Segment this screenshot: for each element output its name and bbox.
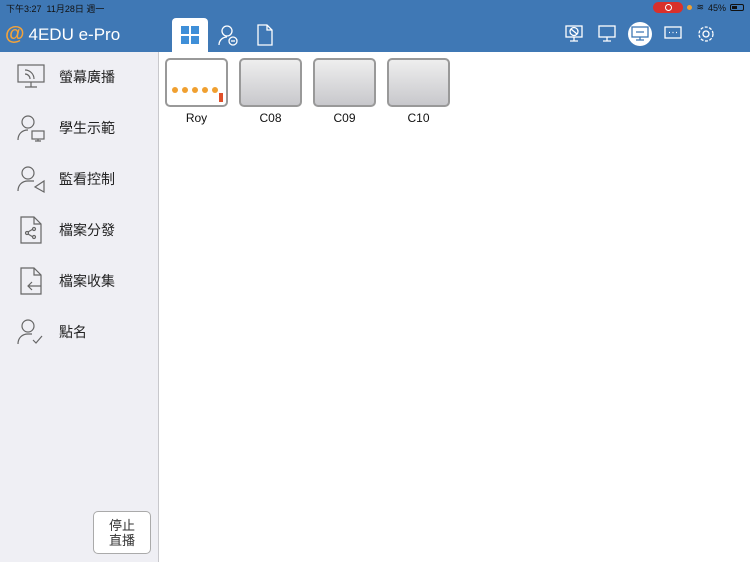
sidebar-item-monitor-control[interactable]: 監看控制: [0, 157, 158, 201]
settings-button[interactable]: [695, 23, 717, 45]
sidebar-item-student-demo[interactable]: 學生示範: [0, 106, 158, 150]
user-play-icon: [17, 166, 45, 194]
tab-students[interactable]: [210, 18, 246, 52]
monitor-button[interactable]: [596, 23, 618, 45]
tab-files[interactable]: [247, 18, 283, 52]
file-collect-icon: [20, 267, 42, 295]
gear-icon: [698, 26, 714, 42]
student-tile[interactable]: C08: [239, 58, 302, 128]
tab-grid[interactable]: [172, 18, 208, 52]
mic-dot-icon: [687, 5, 693, 10]
monitor-icon: [598, 25, 616, 42]
message-icon: [664, 26, 682, 39]
document-icon: [257, 24, 273, 46]
student-tile[interactable]: C09: [313, 58, 376, 128]
battery-icon: [730, 4, 744, 11]
battery-percent: 45%: [707, 2, 726, 13]
sidebar-item-file-collect[interactable]: 檔案收集: [0, 259, 158, 303]
wifi-icon: ≋: [696, 2, 704, 12]
screen-lock-button[interactable]: [563, 23, 585, 45]
student-screen-thumbnail: [387, 58, 450, 107]
sidebar-item-file-distribute[interactable]: 檔案分發: [0, 208, 158, 252]
recording-icon: [653, 2, 684, 13]
screen-link-icon: [631, 26, 649, 41]
stop-broadcast-button[interactable]: 停止 直播: [93, 511, 151, 554]
sidebar: 螢幕廣播 學生示範 監看控制 檔案分發 檔案收集 點名 停止 直播: [0, 52, 159, 562]
cast-screen-icon: [17, 64, 45, 88]
status-time: 下午3:27 11月28日 週一: [6, 4, 105, 14]
user-screen-icon: [17, 115, 45, 142]
app-logo: @ 4EDU e-Pro: [5, 23, 121, 45]
student-tile[interactable]: Roy: [165, 58, 228, 128]
grid-icon: [181, 26, 199, 44]
file-share-icon: [20, 216, 42, 244]
screen-block-icon: [565, 25, 583, 42]
student-screen-thumbnail: [239, 58, 302, 107]
broadcast-button[interactable]: [628, 22, 652, 46]
student-screen-thumbnail: [165, 58, 228, 107]
student-screen-thumbnail: [313, 58, 376, 107]
logo-icon: @: [5, 23, 25, 45]
header: 下午3:27 11月28日 週一 ≋ 45% @ 4EDU e-Pro: [0, 0, 750, 52]
message-button[interactable]: [662, 23, 684, 45]
user-check-icon: [17, 319, 43, 345]
status-right: ≋ 45%: [653, 2, 744, 13]
sidebar-item-roll-call[interactable]: 點名: [0, 310, 158, 354]
student-tile[interactable]: C10: [387, 58, 450, 128]
sidebar-item-screen-broadcast[interactable]: 螢幕廣播: [0, 55, 158, 99]
user-minus-icon: [218, 25, 238, 46]
